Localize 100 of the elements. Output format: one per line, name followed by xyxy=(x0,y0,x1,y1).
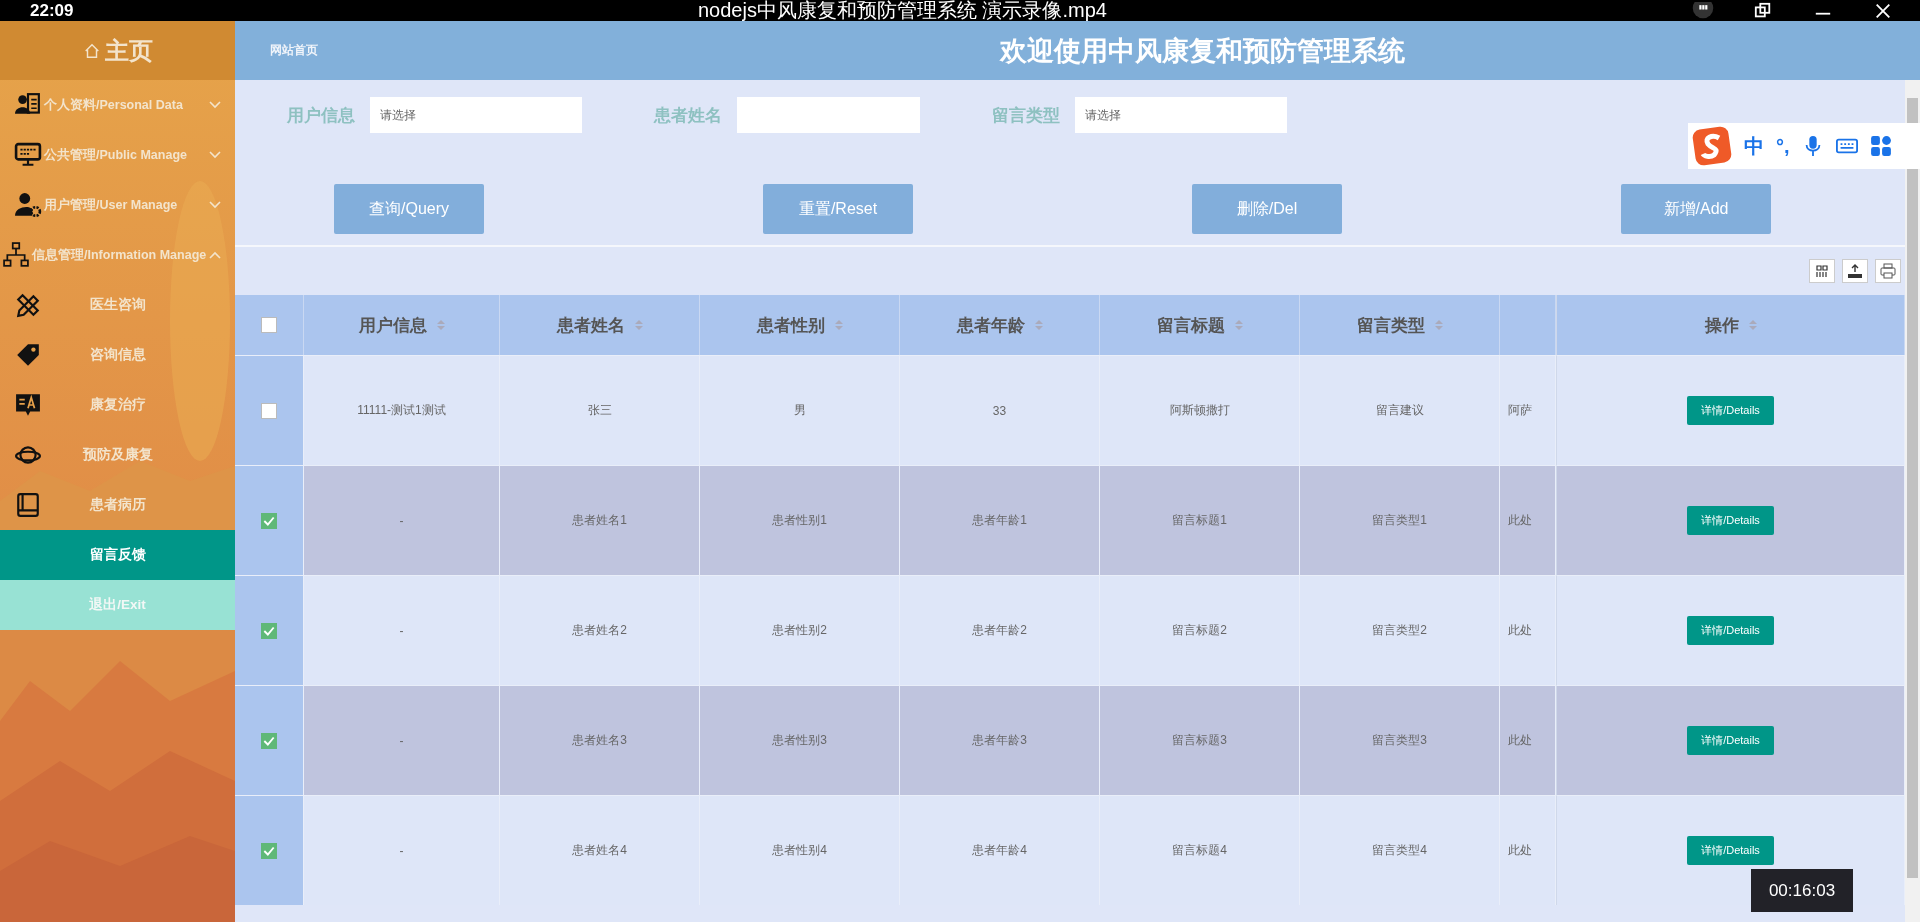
menu-item[interactable]: 预防及康复 xyxy=(0,430,235,480)
scrollbar[interactable] xyxy=(1905,80,1920,922)
exit-button[interactable]: 退出/Exit xyxy=(0,580,235,630)
menu-group[interactable]: 个人资料/Personal Data xyxy=(0,80,235,130)
menu-group-label: 用户管理/User Manage xyxy=(44,196,178,214)
details-button[interactable]: 详情/Details xyxy=(1687,396,1774,425)
column-header[interactable]: 患者姓名 xyxy=(500,295,700,355)
menu-group[interactable]: 用户管理/User Manage xyxy=(0,180,235,230)
sort-icon[interactable] xyxy=(1434,319,1443,331)
checkbox[interactable] xyxy=(261,622,277,639)
column-header[interactable]: 用户信息 xyxy=(304,295,500,355)
table-cell: 阿萨 xyxy=(1500,355,1556,465)
menu-item[interactable]: 患者病历 xyxy=(0,480,235,530)
home-icon xyxy=(82,41,101,60)
sort-icon[interactable] xyxy=(436,319,445,331)
export-icon[interactable] xyxy=(1842,259,1868,283)
checkbox[interactable] xyxy=(261,732,277,749)
video-title: nodejs中风康复和预防管理系统 演示录像.mp4 xyxy=(698,0,1107,21)
apps-icon[interactable] xyxy=(1869,135,1892,157)
action-button[interactable]: 新增/Add xyxy=(1621,184,1771,234)
menu-item[interactable]: 咨询信息 xyxy=(0,330,235,380)
checkbox[interactable] xyxy=(261,402,277,419)
details-button[interactable]: 详情/Details xyxy=(1687,506,1774,535)
table-cell: 留言标题3 xyxy=(1100,685,1300,795)
ime-mode[interactable]: 中 xyxy=(1744,132,1764,160)
video-timestamp: 00:16:03 xyxy=(1751,869,1853,912)
table-cell: 患者姓名3 xyxy=(500,685,700,795)
home-link[interactable]: 主页 xyxy=(0,21,235,80)
details-button[interactable]: 详情/Details xyxy=(1687,726,1774,755)
table-cell: 患者年龄3 xyxy=(900,685,1100,795)
table-cell: 男 xyxy=(700,355,900,465)
table-cell: 患者姓名2 xyxy=(500,575,700,685)
checkbox[interactable] xyxy=(261,317,277,333)
filter-label: 留言类型 xyxy=(992,104,1060,127)
menu-item[interactable]: 留言反馈 xyxy=(0,530,235,580)
menu-group[interactable]: 信息管理/Information Manage xyxy=(0,230,235,280)
action-button[interactable]: 查询/Query xyxy=(334,184,484,234)
input-field[interactable]: 请选择 xyxy=(370,97,582,133)
menu-group-label: 公共管理/Public Manage xyxy=(44,146,187,164)
details-button[interactable]: 详情/Details xyxy=(1687,836,1774,865)
column-header[interactable]: 留言标题 xyxy=(1100,295,1300,355)
menu-item[interactable]: 医生咨询 xyxy=(0,280,235,330)
table-cell: 患者性别4 xyxy=(700,795,900,905)
book-icon xyxy=(14,492,42,518)
checkbox[interactable] xyxy=(261,842,277,859)
action-button[interactable]: 重置/Reset xyxy=(763,184,913,234)
ime-logo-icon[interactable] xyxy=(1692,126,1732,166)
table-cell: 患者年龄2 xyxy=(900,575,1100,685)
table-cell: 患者姓名4 xyxy=(500,795,700,905)
ime-punctuation[interactable]: °, xyxy=(1776,134,1790,158)
column-header[interactable]: 患者年龄 xyxy=(900,295,1100,355)
menu-group[interactable]: 公共管理/Public Manage xyxy=(0,130,235,180)
table-cell: 留言标题2 xyxy=(1100,575,1300,685)
table-cell: 33 xyxy=(900,355,1100,465)
table-cell: 此处 xyxy=(1500,465,1556,575)
table-cell: 阿斯顿撒打 xyxy=(1100,355,1300,465)
table-cell: - xyxy=(304,465,500,575)
menu-icon[interactable] xyxy=(1692,1,1714,20)
table-cell: 留言类型1 xyxy=(1300,465,1500,575)
sort-icon[interactable] xyxy=(834,319,843,331)
table-cell: 患者性别1 xyxy=(700,465,900,575)
table-cell: 此处 xyxy=(1500,795,1556,905)
breadcrumb-link[interactable]: 网站首页 xyxy=(270,42,318,59)
column-header[interactable]: 操作 xyxy=(1556,295,1905,355)
sort-icon[interactable] xyxy=(1234,319,1243,331)
sort-icon[interactable] xyxy=(1034,319,1043,331)
details-button[interactable]: 详情/Details xyxy=(1687,616,1774,645)
column-header[interactable]: 患者性别 xyxy=(700,295,900,355)
grid-icon[interactable] xyxy=(1809,259,1835,283)
print-icon[interactable] xyxy=(1875,259,1901,283)
action-button[interactable]: 删除/Del xyxy=(1192,184,1342,234)
table-cell: 留言标题4 xyxy=(1100,795,1300,905)
filter-label: 患者姓名 xyxy=(654,104,722,127)
menu-group-label: 个人资料/Personal Data xyxy=(44,96,183,114)
table-cell: - xyxy=(304,795,500,905)
table-cell: 患者年龄4 xyxy=(900,795,1100,905)
table-cell: - xyxy=(304,685,500,795)
table-cell: 患者姓名1 xyxy=(500,465,700,575)
table-cell: 留言类型2 xyxy=(1300,575,1500,685)
page-title: 欢迎使用中风康复和预防管理系统 xyxy=(1000,34,1405,68)
table-cell: 张三 xyxy=(500,355,700,465)
pencil-ruler-icon xyxy=(14,292,42,318)
input-field[interactable]: 请选择 xyxy=(1075,97,1287,133)
clock-text: 22:09 xyxy=(30,0,75,21)
sort-icon[interactable] xyxy=(634,319,643,331)
table-cell: 此处 xyxy=(1500,685,1556,795)
table-cell: 此处 xyxy=(1500,575,1556,685)
input-field[interactable] xyxy=(737,97,920,133)
user-gear-icon xyxy=(14,192,42,218)
sitemap-icon xyxy=(2,242,30,268)
table-cell: 留言类型4 xyxy=(1300,795,1500,905)
table-cell: 患者性别2 xyxy=(700,575,900,685)
sort-icon[interactable] xyxy=(1748,319,1757,331)
scroll-thumb[interactable] xyxy=(1907,98,1918,878)
checkbox[interactable] xyxy=(261,512,277,529)
table-cell: 11111-测试1测试 xyxy=(304,355,500,465)
menu-item[interactable]: 康复治疗 xyxy=(0,380,235,430)
column-header[interactable]: 留言类型 xyxy=(1300,295,1500,355)
table-cell: 留言类型3 xyxy=(1300,685,1500,795)
filter-label: 用户信息 xyxy=(287,104,355,127)
